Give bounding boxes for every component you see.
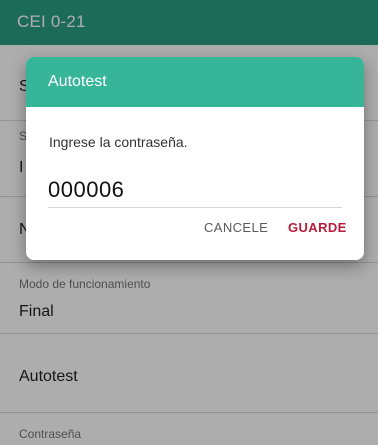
password-input[interactable] xyxy=(48,173,342,208)
dialog-title: Autotest xyxy=(48,73,107,90)
cancel-button[interactable]: CANCELE xyxy=(204,220,268,235)
autotest-dialog: Autotest Ingrese la contraseña. CANCELE … xyxy=(26,57,364,260)
dialog-header: Autotest xyxy=(26,57,364,107)
save-button[interactable]: GUARDE xyxy=(288,220,347,235)
dialog-message: Ingrese la contraseña. xyxy=(49,134,188,150)
